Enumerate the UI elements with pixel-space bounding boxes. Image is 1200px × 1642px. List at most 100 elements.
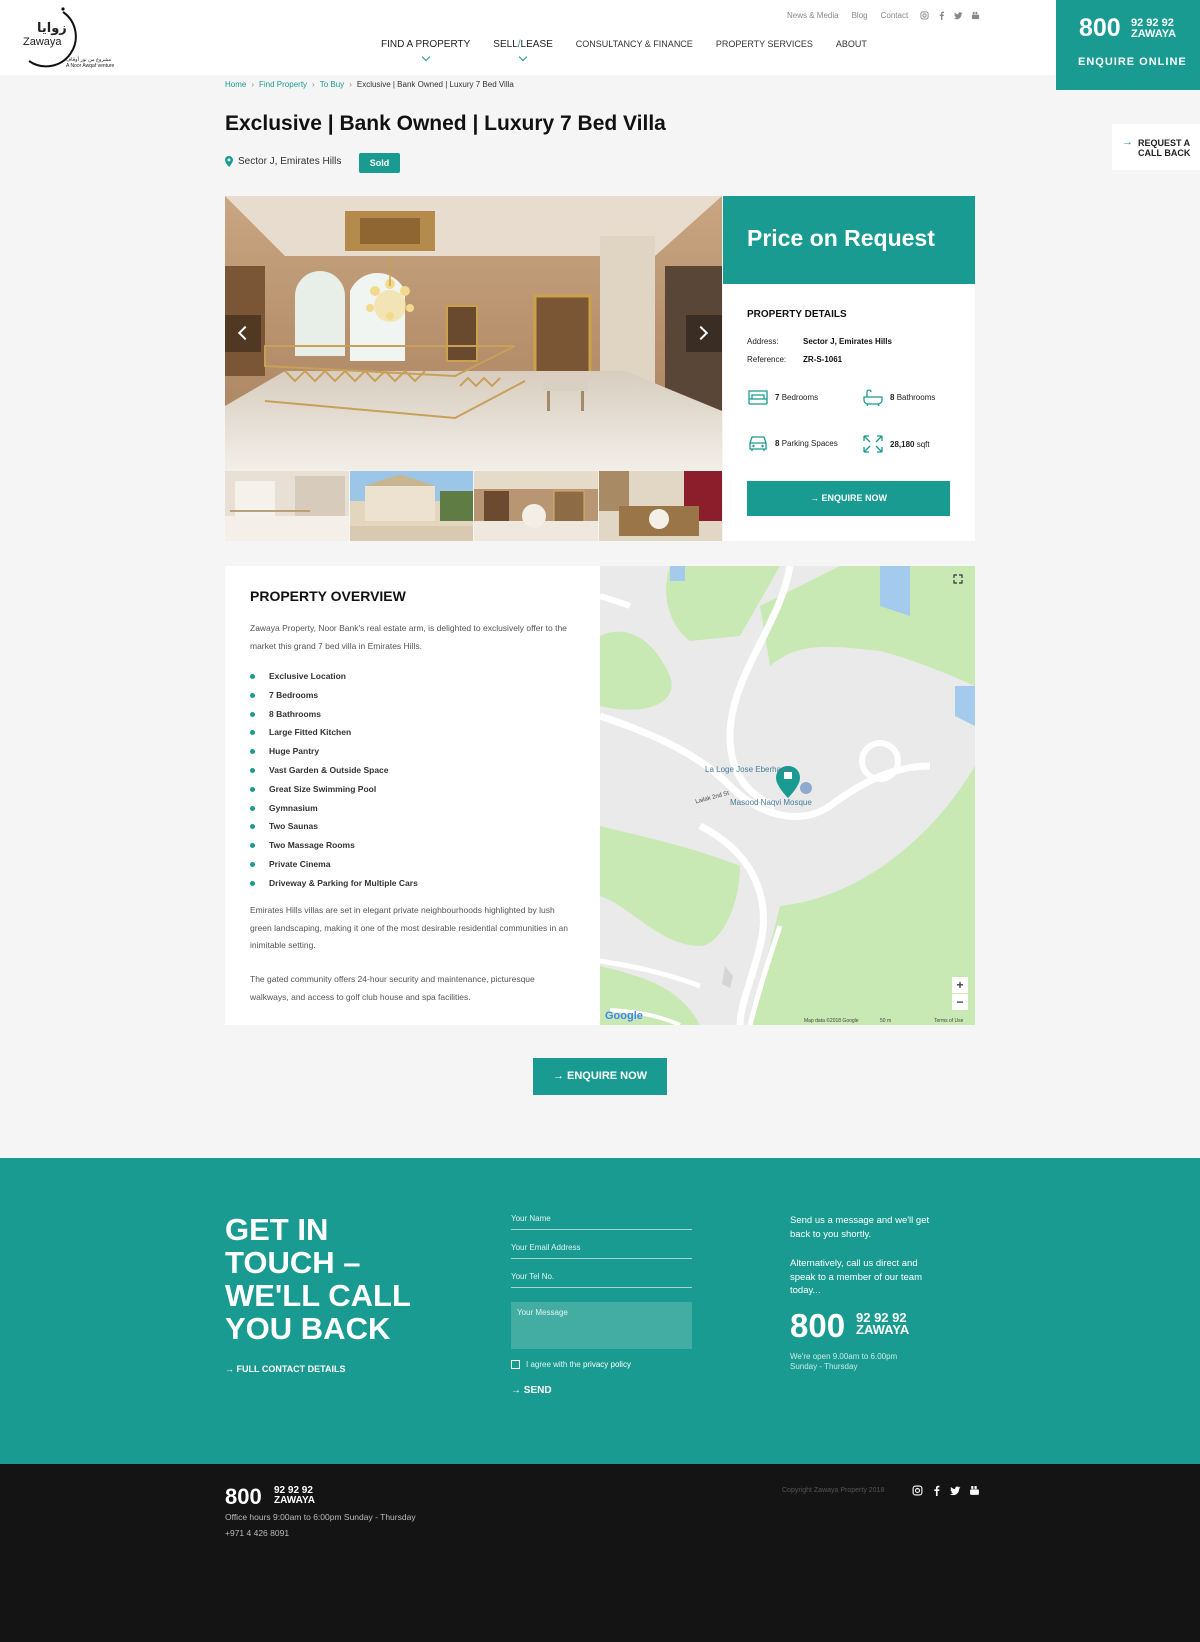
instagram-icon[interactable]	[912, 1485, 923, 1496]
logo-english-text: Zawaya	[23, 36, 62, 48]
logo-tagline-english: A Noor Awqaf venture	[66, 63, 115, 69]
footer-social	[912, 1485, 980, 1496]
twitter-icon[interactable]	[950, 1485, 961, 1496]
contact-hours: We're open 9.00am to 6.00pm Sunday - Thur…	[790, 1352, 897, 1372]
instagram-icon[interactable]	[920, 11, 929, 20]
contact-paragraph: Alternatively, call us direct and speak …	[790, 1258, 923, 1296]
enquire-now-cta-button[interactable]: → ENQUIRE NOW	[533, 1058, 667, 1095]
bathrooms-label: Bathrooms	[896, 392, 936, 402]
bedrooms-stat: 7 Bedrooms	[747, 388, 818, 406]
request-callback-button[interactable]: → REQUEST A CALL BACK	[1112, 124, 1200, 170]
send-button[interactable]: → SEND	[511, 1385, 552, 1396]
enquire-now-cta-label: ENQUIRE NOW	[567, 1070, 648, 1082]
full-contact-details-label: FULL CONTACT DETAILS	[236, 1364, 346, 1374]
utility-link-blog[interactable]: Blog	[852, 11, 868, 20]
breadcrumb-find-property[interactable]: Find Property	[259, 80, 307, 89]
main-photo[interactable]	[225, 196, 722, 471]
nav-lease-label: LEASE	[520, 39, 553, 50]
nav-property-services[interactable]: PROPERTY SERVICES	[716, 39, 813, 50]
tel-field[interactable]: Your Tel No.	[511, 1272, 692, 1288]
utility-link-news[interactable]: News & Media	[787, 11, 839, 20]
area-label: sqft	[916, 439, 930, 449]
gallery-thumbnail[interactable]	[474, 471, 598, 541]
gallery-prev-button[interactable]	[225, 315, 261, 352]
youtube-icon[interactable]	[969, 1485, 980, 1496]
logo-arabic-text: زوايا	[37, 21, 67, 36]
gallery-thumbnail[interactable]	[598, 471, 722, 541]
gallery-thumbnail[interactable]	[349, 471, 473, 541]
map-terms-link[interactable]: Terms of Use	[934, 1018, 963, 1024]
location-map[interactable]: La Loge Jose Eberhardt Masood Naqvi Mosq…	[600, 566, 975, 1025]
nav-consultancy-finance[interactable]: CONSULTANCY & FINANCE	[576, 39, 693, 50]
breadcrumb-separator: ›	[349, 80, 352, 89]
address-label: Address:	[747, 337, 779, 346]
price-card: Price on Request PROPERTY DETAILS Addres…	[723, 196, 975, 541]
bathrooms-value: 8 Bathrooms	[890, 393, 935, 402]
site-footer: 800 92 92 92 ZAWAYA Office hours 9:00am t…	[0, 1464, 1200, 1642]
utility-nav: News & Media Blog Contact	[787, 11, 908, 20]
arrow-right-icon: →	[511, 1385, 524, 1396]
reference-value: ZR-S-1061	[803, 355, 843, 364]
thumbnail-image	[598, 471, 722, 541]
phone-digits: 92 92 92 ZAWAYA	[1131, 18, 1176, 40]
contact-phone-word: ZAWAYA	[856, 1322, 910, 1337]
privacy-policy-link[interactable]: privacy policy	[583, 1360, 631, 1369]
email-field[interactable]: Your Email Address	[511, 1243, 692, 1259]
list-item: Large Fitted Kitchen	[250, 723, 418, 742]
enquire-now-button[interactable]: → ENQUIRE NOW	[747, 481, 950, 516]
thumbnail-strip	[225, 471, 722, 541]
contact-phone-prefix: 800	[790, 1307, 846, 1344]
bathrooms-stat: 8 Bathrooms	[862, 388, 935, 406]
list-item: Two Massage Rooms	[250, 836, 418, 855]
message-field[interactable]: Your Message	[511, 1302, 692, 1349]
map-scale: 50 m	[880, 1018, 892, 1024]
price-label: Price on Request	[747, 225, 935, 251]
nav-sell-lease[interactable]: SELL/LEASE	[493, 39, 553, 62]
send-label: SEND	[523, 1385, 552, 1396]
arrow-right-icon: →	[552, 1070, 567, 1082]
youtube-icon[interactable]	[971, 11, 980, 20]
name-field[interactable]: Your Name	[511, 1214, 692, 1230]
list-item: Great Size Swimming Pool	[250, 780, 418, 799]
thumbnail-image	[474, 471, 598, 541]
full-contact-details-link[interactable]: → FULL CONTACT DETAILS	[225, 1364, 346, 1374]
car-icon	[749, 436, 767, 451]
gallery-thumbnail[interactable]	[225, 471, 349, 541]
nav-find-a-property[interactable]: FIND A PROPERTY	[381, 39, 471, 62]
facebook-icon[interactable]	[931, 1485, 942, 1496]
arrow-right-icon: →	[225, 1364, 237, 1374]
contact-paragraph: Send us a message and we'll get back to …	[790, 1215, 930, 1240]
nav-find-a-property-label: FIND A PROPERTY	[381, 39, 471, 50]
twitter-icon[interactable]	[954, 11, 963, 20]
contact-phone-digits: 92 92 92 ZAWAYA	[856, 1311, 910, 1337]
list-item: 7 Bedrooms	[250, 686, 418, 705]
enquire-online-link[interactable]: ENQUIRE ONLINE	[1078, 56, 1187, 68]
nav-about[interactable]: ABOUT	[836, 39, 867, 50]
utility-link-contact[interactable]: Contact	[881, 11, 909, 20]
privacy-checkbox[interactable]	[511, 1360, 520, 1369]
gallery-next-button[interactable]	[686, 315, 722, 352]
zawaya-logo[interactable]: زوايا Zawaya مشروع من نور أوقاف A Noor A…	[15, 6, 117, 69]
header-phone-box[interactable]: 800 92 92 92 ZAWAYA ENQUIRE ONLINE	[1056, 0, 1200, 90]
contact-section: GET IN TOUCH – WE'LL CALL YOU BACK → FUL…	[0, 1158, 1200, 1464]
map-place-label: Masood Naqvi Mosque	[730, 798, 812, 807]
breadcrumb-separator: ›	[251, 80, 255, 89]
price-header: Price on Request	[723, 196, 975, 284]
agree-text-lead: I agree with the	[526, 1360, 581, 1369]
reference-label: Reference:	[747, 355, 787, 364]
fullscreen-icon[interactable]	[953, 574, 963, 584]
overview-intro: Zawaya Property, Noor Bank's real estate…	[250, 623, 567, 651]
nav-sell-label: SELL	[493, 39, 518, 50]
zoom-in-button[interactable]: +	[952, 977, 968, 993]
property-overview: PROPERTY OVERVIEW Zawaya Property, Noor …	[225, 566, 600, 1025]
footer-hours: Office hours 9:00am to 6:00pm Sunday - T…	[225, 1512, 416, 1522]
request-callback-line1: REQUEST A	[1138, 138, 1191, 148]
zoom-out-button[interactable]: −	[952, 994, 968, 1010]
page-title: Exclusive | Bank Owned | Luxury 7 Bed Vi…	[225, 112, 666, 135]
privacy-agreement: I agree with the privacy policy	[511, 1360, 631, 1369]
expand-arrows-icon	[863, 435, 883, 453]
breadcrumb-to-buy[interactable]: To Buy	[320, 80, 344, 89]
facebook-icon[interactable]	[937, 11, 946, 20]
breadcrumb-home[interactable]: Home	[225, 80, 246, 89]
address-value: Sector J, Emirates Hills	[803, 337, 892, 346]
